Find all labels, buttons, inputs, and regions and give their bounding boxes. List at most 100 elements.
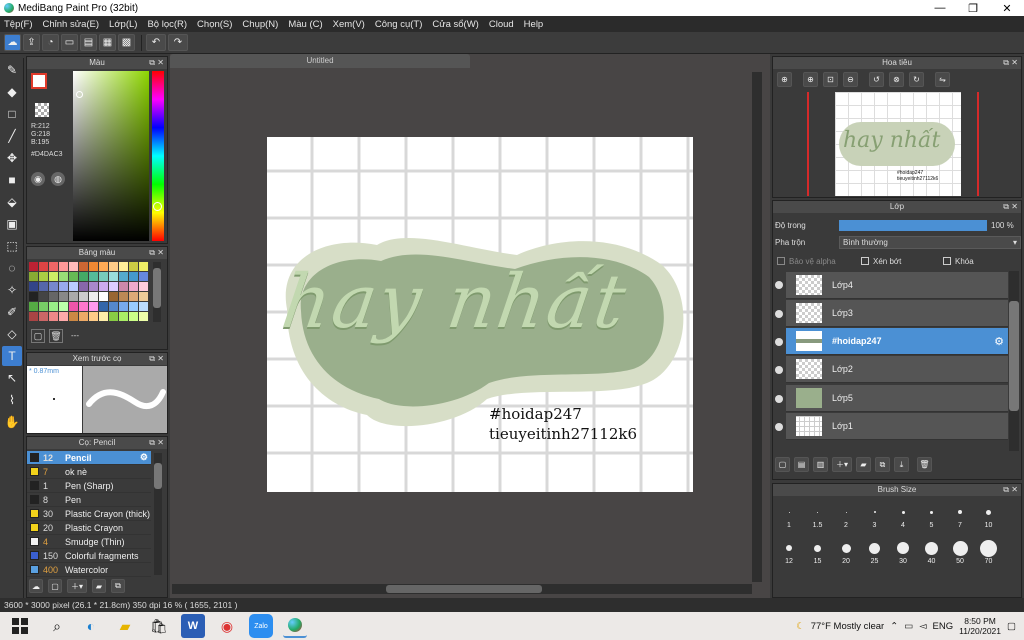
rotate-left-icon[interactable]: ↺ [869,72,884,87]
merge-layer-icon[interactable]: ⤓ [894,457,909,472]
menu-layer[interactable]: Lớp(L) [109,19,137,30]
flip-icon[interactable]: ⇋ [935,72,950,87]
fill-rect-icon[interactable]: ■ [2,170,22,190]
color-swatch[interactable] [79,262,88,271]
color-swatch[interactable] [79,292,88,301]
clock[interactable]: 8:50 PM 11/20/2021 [959,616,1001,636]
brush-size-option[interactable]: 50 [946,538,974,565]
add-brush-icon[interactable]: ＋▾ [67,579,87,593]
brush-size-option[interactable]: 5 [918,502,946,529]
menu-file[interactable]: Tệp(F) [4,19,33,30]
brush-size-option[interactable]: 12 [775,538,803,565]
color-swatch[interactable] [139,312,148,321]
color-swatch[interactable] [79,272,88,281]
panel-icon[interactable]: ▦ [99,34,116,51]
comment-icon[interactable]: ◔ [42,34,59,51]
brush-size-option[interactable]: 1.5 [804,502,832,529]
swatch-grid[interactable] [29,262,148,326]
search-icon[interactable]: ⌕ [45,614,69,638]
sv-picker[interactable] [76,91,83,98]
color-swatch[interactable] [29,302,38,311]
color-swatch[interactable] [39,302,48,311]
tray-chevron-icon[interactable]: ⌃ [890,621,898,632]
color-swatch[interactable] [39,262,48,271]
color-swatch[interactable] [119,282,128,291]
color-swatch[interactable] [89,292,98,301]
canvas-vertical-scrollbar[interactable] [752,72,762,582]
color-swatch[interactable] [99,262,108,271]
color-swatch[interactable] [79,312,88,321]
brush-size-option[interactable]: 70 [975,538,1003,565]
brush-size-option[interactable]: 4 [889,502,917,529]
color-swatch[interactable] [139,302,148,311]
close-icon[interactable]: ✕ [157,353,164,365]
zoom-out-icon[interactable]: ⊖ [843,72,858,87]
expand-icon[interactable]: ⧉ [149,437,155,449]
expand-icon[interactable]: ⧉ [1003,57,1009,69]
hand-icon[interactable]: ✋ [2,412,22,432]
close-icon[interactable]: ✕ [157,437,164,449]
word-icon[interactable]: W [181,614,205,638]
color-swatch[interactable] [29,262,38,271]
clipping-checkbox[interactable] [861,257,869,265]
brush-item[interactable]: 150 Colorful fragments [27,549,151,563]
new-halftone-layer-icon[interactable]: ▤ [794,457,809,472]
new-8bit-layer-icon[interactable]: ▥ [813,457,828,472]
brush-size-option[interactable]: 10 [975,502,1003,529]
brush-item[interactable]: 30 Plastic Crayon (thick) [27,507,151,521]
color-swatch[interactable] [89,282,98,291]
color-swatch[interactable] [59,282,68,291]
canvas-page[interactable]: hay nhất #hoidap247 tieuyeitinh27112k6 [267,137,693,492]
folder-icon[interactable]: ▰ [92,579,106,593]
color-swatch[interactable] [69,272,78,281]
brush-item[interactable]: 12 Pencil ⚙ [27,451,151,465]
brush-cloud-icon[interactable]: ☁ [29,579,43,593]
brush-list-scroll-thumb[interactable] [154,463,162,489]
color-swatch[interactable] [119,312,128,321]
maximize-button[interactable]: ❐ [958,0,988,16]
color-swatch[interactable] [89,302,98,311]
color-swatch[interactable] [59,292,68,301]
color-swatch[interactable] [29,312,38,321]
move-tool-icon[interactable]: ✥ [2,148,22,168]
color-swatch[interactable] [109,272,118,281]
color-swatch[interactable] [49,272,58,281]
color-swatch[interactable] [29,292,38,301]
color-swatch[interactable] [89,272,98,281]
menu-select[interactable]: Chọn(S) [197,19,232,30]
layer-row[interactable]: Lớp2 [786,356,1008,383]
select-pen-icon[interactable]: ✐ [2,302,22,322]
brush-item[interactable]: 1 Pen (Sharp) [27,479,151,493]
color-swatch[interactable] [49,312,58,321]
menu-color[interactable]: Màu (C) [288,19,322,30]
color-swatch[interactable] [139,282,148,291]
cloud-icon[interactable]: ☁ [4,34,21,51]
duplicate-layer-icon[interactable]: ⧉ [875,457,890,472]
menu-view[interactable]: Xem(V) [333,19,365,30]
color-swatch[interactable] [99,302,108,311]
brush-tool-icon[interactable]: ✎ [2,60,22,80]
brush-size-option[interactable]: 30 [889,538,917,565]
brush-item[interactable]: 8 Pen [27,493,151,507]
close-icon[interactable]: ✕ [1011,201,1018,213]
layer-row-selected[interactable]: #hoidap247 ⚙ [786,328,1008,355]
color-swatch[interactable] [109,292,118,301]
navigator-preview[interactable]: hay nhất #hoidap247 tieuyeitinh27112k6 [773,91,1021,197]
color-swatch[interactable] [79,282,88,291]
document-tab[interactable]: Untitled [170,54,470,68]
eye-icon[interactable] [775,395,783,403]
select-rect-icon[interactable]: ⬚ [2,236,22,256]
rotate-right-icon[interactable]: ↻ [909,72,924,87]
add-swatch-icon[interactable]: ▢ [31,329,45,343]
close-icon[interactable]: ✕ [157,57,164,69]
layer-row[interactable]: Lớp4 [786,272,1008,299]
color-swatch[interactable] [69,302,78,311]
color-swatch[interactable] [59,302,68,311]
color-swatch[interactable] [99,312,108,321]
color-swatch[interactable] [129,302,138,311]
expand-icon[interactable]: ⧉ [1003,201,1009,213]
canvas-scroll-thumb[interactable] [386,585,542,593]
color-swatch[interactable] [109,312,118,321]
menu-edit[interactable]: Chỉnh sửa(E) [43,19,100,30]
edge-icon[interactable]: ◐ [79,614,103,638]
